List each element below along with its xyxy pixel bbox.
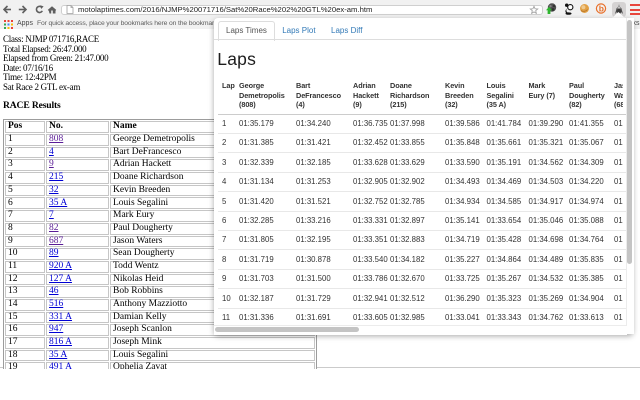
- svg-text:b: b: [599, 3, 604, 13]
